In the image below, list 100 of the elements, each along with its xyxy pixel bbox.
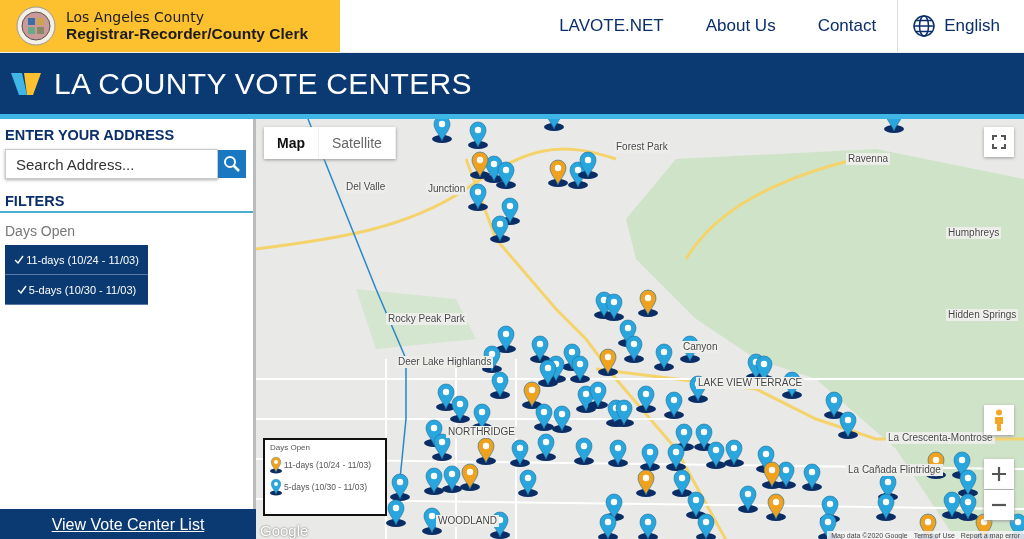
nav-link[interactable]: LAVOTE.NET bbox=[538, 0, 685, 52]
legend-label: 5-days (10/30 - 11/03) bbox=[284, 482, 367, 492]
map-pin-icon bbox=[876, 493, 896, 521]
zoom-in-button[interactable] bbox=[984, 459, 1014, 489]
place-label: La Crescenta-Montrose bbox=[886, 432, 995, 444]
fullscreen-button[interactable] bbox=[984, 127, 1014, 157]
language-button[interactable]: English bbox=[897, 0, 1024, 52]
map-pin-icon bbox=[490, 215, 510, 243]
globe-icon bbox=[912, 14, 937, 38]
legend-label: 11-days (10/24 - 11/03) bbox=[284, 460, 372, 470]
search-button[interactable] bbox=[218, 150, 246, 178]
minus-icon bbox=[992, 503, 1006, 507]
map-pin-icon bbox=[534, 403, 554, 431]
filter-button[interactable]: 5-days (10/30 - 11/03) bbox=[5, 275, 148, 305]
map-pin-icon bbox=[548, 159, 568, 187]
map-pin-icon bbox=[942, 491, 962, 519]
map-pin-icon bbox=[802, 463, 822, 491]
map-pin-icon bbox=[390, 473, 410, 501]
nav-link[interactable]: Contact bbox=[796, 0, 898, 52]
department-name: Registrar-Recorder/County Clerk bbox=[66, 25, 309, 43]
agency-name: Los Angeles County bbox=[66, 9, 205, 26]
place-label: Canyon bbox=[681, 341, 720, 353]
map-pin-icon bbox=[476, 437, 496, 465]
legend-title: Days Open bbox=[270, 443, 312, 452]
map-pin-icon bbox=[654, 343, 674, 371]
legend-pin-icon bbox=[270, 478, 282, 496]
map-pin-icon bbox=[588, 381, 608, 409]
search-icon bbox=[223, 155, 241, 173]
map-pin-icon bbox=[470, 151, 490, 179]
place-label: WOODLAND bbox=[436, 515, 499, 527]
map-pin-icon bbox=[574, 437, 594, 465]
place-label: Del Valle bbox=[344, 181, 388, 193]
place-label: Humphreys bbox=[946, 227, 1002, 239]
map-pin-icon bbox=[686, 491, 706, 519]
map-logo: Google bbox=[260, 522, 309, 539]
map-pin-icon bbox=[538, 359, 558, 387]
map-pin-icon bbox=[706, 441, 726, 469]
map-pin-icon bbox=[510, 439, 530, 467]
map-pin-icon bbox=[598, 513, 618, 539]
filter-group-label: Days Open bbox=[5, 223, 77, 239]
nav-link[interactable]: About Us bbox=[684, 0, 797, 52]
plus-icon bbox=[992, 467, 1006, 481]
zoom-out-button[interactable] bbox=[984, 490, 1014, 520]
map-pin-icon bbox=[696, 513, 716, 539]
map-pin-icon bbox=[496, 161, 516, 189]
search-field[interactable]: Search Address... bbox=[5, 149, 218, 179]
place-label: Forest Park bbox=[614, 141, 670, 153]
map-pin-icon bbox=[604, 293, 624, 321]
map-pin-icon bbox=[518, 469, 538, 497]
map-pin-icon bbox=[838, 411, 858, 439]
place-label: Hidden Springs bbox=[946, 309, 1019, 321]
place-label: Rocky Peak Park bbox=[386, 313, 467, 325]
map-pin-icon bbox=[624, 335, 644, 363]
map-pin-icon bbox=[442, 465, 462, 493]
map-pin-icon bbox=[636, 385, 656, 413]
page-title: LA COUNTY VOTE CENTERS bbox=[54, 66, 472, 101]
vote-center-list-link[interactable]: View Vote Center List bbox=[0, 509, 256, 539]
place-label: Junction bbox=[426, 183, 468, 195]
map-pin-icon bbox=[614, 399, 634, 427]
fullscreen-icon bbox=[992, 135, 1006, 149]
place-label: Ravenna bbox=[846, 153, 891, 165]
map-pin-icon bbox=[490, 371, 510, 399]
map-pin-icon bbox=[724, 439, 744, 467]
map-pin-icon bbox=[738, 485, 758, 513]
map-pin-icon bbox=[640, 443, 660, 471]
map-pin-icon bbox=[638, 513, 658, 539]
map-pin-icon bbox=[824, 391, 844, 419]
county-seal-icon bbox=[16, 6, 56, 46]
filters-heading: FILTERS bbox=[0, 193, 253, 213]
check-icon bbox=[16, 285, 27, 294]
map-pin-icon bbox=[638, 289, 658, 317]
map-pin-icon bbox=[460, 463, 480, 491]
address-heading: ENTER YOUR ADDRESS bbox=[5, 127, 176, 143]
map-type-tab[interactable]: Satellite bbox=[319, 127, 396, 159]
map-pin-icon bbox=[598, 348, 618, 376]
map-pin-icon bbox=[664, 391, 684, 419]
map-pin-icon bbox=[766, 493, 786, 521]
map-pin-icon bbox=[578, 151, 598, 179]
map-pin-icon bbox=[762, 461, 782, 489]
map-pin-icon bbox=[666, 443, 686, 471]
map-pin-icon bbox=[570, 355, 590, 383]
map-pin-icon bbox=[432, 119, 452, 143]
map-pin-icon bbox=[672, 469, 692, 497]
map-pin-icon bbox=[608, 439, 628, 467]
map-pin-icon bbox=[522, 381, 542, 409]
map-pin-icon bbox=[530, 335, 550, 363]
map-pin-icon bbox=[496, 325, 516, 353]
map-pin-icon bbox=[424, 467, 444, 495]
map-pin-icon bbox=[432, 433, 452, 461]
map-type-tab[interactable]: Map bbox=[264, 127, 319, 159]
place-label: LAKE VIEW TERRACE bbox=[696, 377, 805, 389]
place-label: La Cañada Flintridge bbox=[846, 464, 943, 476]
place-label: Deer Lake Highlands bbox=[396, 356, 494, 368]
place-label: NORTHRIDGE bbox=[446, 426, 518, 438]
map-pin-icon bbox=[552, 405, 572, 433]
filter-button[interactable]: 11-days (10/24 - 11/03) bbox=[5, 245, 148, 275]
map-pin-icon bbox=[536, 433, 556, 461]
map-pin-icon bbox=[468, 183, 488, 211]
map-pin-icon bbox=[958, 493, 978, 521]
map-pin-icon bbox=[958, 469, 978, 497]
